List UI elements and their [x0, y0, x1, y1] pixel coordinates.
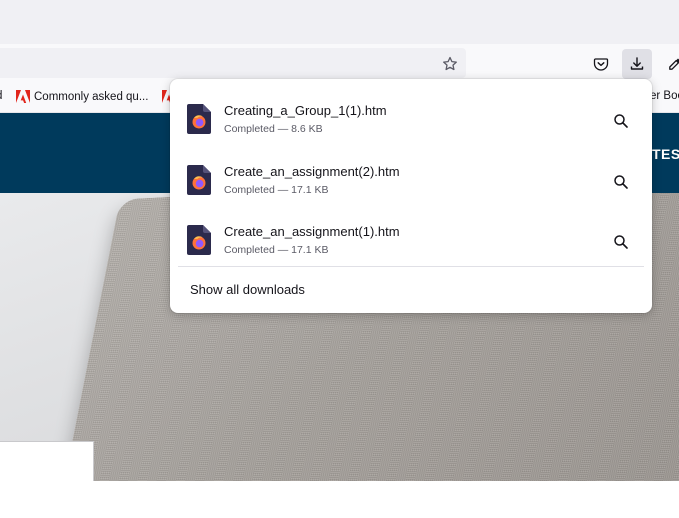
- pocket-button[interactable]: [587, 50, 615, 78]
- show-in-folder-button[interactable]: [611, 232, 631, 252]
- firefox-file-icon: [187, 165, 211, 195]
- site-header-text: TES: [652, 146, 679, 162]
- page-input-box[interactable]: [0, 441, 94, 481]
- adobe-icon: [16, 90, 30, 103]
- show-in-folder-button[interactable]: [611, 172, 631, 192]
- url-bar[interactable]: [0, 48, 466, 78]
- tab-strip: [0, 0, 679, 44]
- show-in-folder-button[interactable]: [611, 111, 631, 131]
- star-icon: [443, 56, 457, 71]
- download-filename: Creating_a_Group_1(1).htm: [224, 103, 387, 118]
- downloads-button[interactable]: [622, 49, 652, 79]
- bookmark-star-button[interactable]: [436, 50, 464, 78]
- bookmark-item-partial-right[interactable]: er Boo: [650, 90, 679, 102]
- downloads-panel: Creating_a_Group_1(1).htm Completed — 8.…: [170, 79, 652, 313]
- search-icon: [614, 114, 628, 128]
- download-status: Completed — 17.1 KB: [224, 244, 329, 256]
- download-item[interactable]: Create_an_assignment(1).htm Completed — …: [170, 206, 652, 264]
- download-item[interactable]: Creating_a_Group_1(1).htm Completed — 8.…: [170, 85, 652, 143]
- bookmark-item-commonly-asked[interactable]: Commonly asked qu...: [16, 90, 148, 103]
- eyedropper-icon: [669, 58, 679, 70]
- download-filename: Create_an_assignment(1).htm: [224, 224, 400, 239]
- bookmark-item-label: Commonly asked qu...: [34, 90, 149, 103]
- download-status: Completed — 8.6 KB: [224, 123, 323, 135]
- search-icon: [614, 175, 628, 189]
- pocket-icon: [593, 58, 609, 71]
- firefox-file-icon: [187, 225, 211, 255]
- downloads-icon: [630, 57, 644, 70]
- search-icon: [614, 235, 628, 249]
- download-filename: Create_an_assignment(2).htm: [224, 164, 400, 179]
- bookmark-item-partial[interactable]: d: [0, 90, 2, 102]
- eyedropper-button[interactable]: [661, 50, 679, 78]
- firefox-file-icon: [187, 104, 211, 134]
- show-all-downloads-button[interactable]: Show all downloads: [190, 282, 305, 297]
- download-item[interactable]: Create_an_assignment(2).htm Completed — …: [170, 146, 652, 204]
- download-status: Completed — 17.1 KB: [224, 184, 329, 196]
- panel-divider: [178, 266, 644, 267]
